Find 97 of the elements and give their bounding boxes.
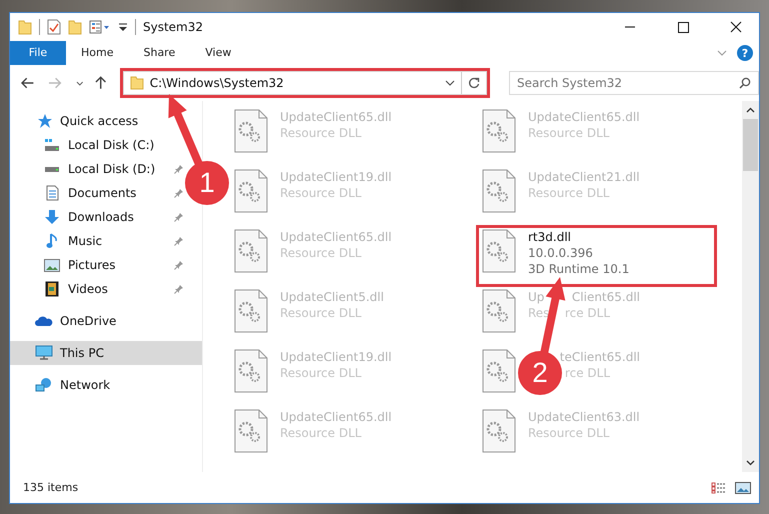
ribbon-tab[interactable]: Share [128, 41, 190, 65]
dll-file-icon [234, 349, 268, 393]
document-icon [46, 185, 58, 201]
file-name: Client65.dll [572, 289, 640, 305]
dll-file-icon [234, 409, 268, 453]
folder-icon [130, 76, 144, 90]
pin-icon[interactable] [174, 260, 184, 270]
dll-file-icon [482, 289, 516, 333]
pin-icon[interactable] [174, 236, 184, 246]
scroll-up-icon[interactable] [746, 107, 755, 113]
dll-file-icon [482, 169, 516, 213]
file-detail: Resource DLL [280, 425, 362, 441]
pin-icon[interactable] [174, 164, 184, 174]
dll-file-icon [482, 349, 516, 393]
dropdown-caret-icon[interactable] [445, 80, 455, 86]
checklist-icon[interactable] [47, 19, 61, 35]
ribbon-tab[interactable]: Home [66, 41, 128, 65]
address-field[interactable]: C:\Windows\System32 [122, 71, 487, 95]
drive-icon [44, 165, 60, 173]
music-note-icon [46, 233, 58, 249]
scrollbar[interactable] [742, 101, 759, 472]
expand-ribbon-icon[interactable] [717, 50, 727, 56]
dll-file-icon [482, 109, 516, 153]
dll-file-icon [482, 409, 516, 453]
sidebar-item[interactable]: This PC [10, 341, 202, 365]
film-icon [45, 281, 59, 297]
file-name: UpdateClient19.dll [280, 169, 392, 185]
file-detail: Res [528, 305, 550, 321]
file-item[interactable]: rt3d.dll 10.0.0.396 3D Runtime 10.1 [478, 227, 715, 285]
sidebar-item[interactable]: OneDrive [10, 309, 124, 333]
file-detail: Resource DLL [528, 125, 610, 141]
item-count: 135 items [23, 481, 78, 494]
file-name: UpdateClient5.dll [280, 289, 384, 305]
file-detail: Resource DLL [528, 185, 610, 201]
sidebar-item[interactable]: Documents [10, 181, 144, 205]
file-detail: 10.0.0.396 [528, 245, 593, 261]
file-name: teClient65.dll [560, 349, 640, 365]
file-name: UpdateClient65.dll [280, 109, 392, 125]
file-detail: Resource DLL [280, 185, 362, 201]
file-detail: rce DLL [564, 305, 610, 321]
file-name: UpdateClient21.dll [528, 169, 640, 185]
file-tab[interactable]: File [10, 41, 66, 65]
sidebar-item[interactable]: Downloads [10, 205, 142, 229]
up-icon[interactable] [95, 76, 107, 90]
pin-icon[interactable] [174, 188, 184, 198]
window-title: System32 [143, 20, 204, 34]
large-icons-view-icon[interactable] [735, 482, 751, 494]
scroll-thumb[interactable] [743, 119, 758, 171]
sidebar-item[interactable]: Local Disk (C:) [10, 133, 162, 157]
back-icon[interactable] [21, 77, 34, 89]
scroll-down-icon[interactable] [746, 460, 755, 466]
properties-icon[interactable] [89, 20, 111, 34]
sidebar-item[interactable]: Pictures [10, 253, 124, 277]
file-name: UpdateClient19.dll [280, 349, 392, 365]
file-detail: 3D Runtime 10.1 [528, 261, 630, 277]
drive-icon [44, 138, 60, 152]
dll-file-icon [234, 229, 268, 273]
refresh-icon[interactable] [468, 77, 480, 89]
details-view-icon[interactable] [711, 482, 727, 494]
file-name: UpdateClient63.dll [528, 409, 640, 425]
file-detail: Resource DLL [280, 365, 362, 381]
file-detail: Resource DLL [280, 125, 362, 141]
help-button[interactable]: ? [737, 45, 753, 61]
ribbon-tab[interactable]: View [190, 41, 246, 65]
dll-file-icon [234, 109, 268, 153]
sidebar-item[interactable]: Music [10, 229, 110, 253]
search-icon [739, 77, 751, 89]
sidebar-item[interactable]: Local Disk (D:) [10, 157, 164, 181]
file-name: Up [528, 289, 544, 305]
pin-icon[interactable] [174, 212, 184, 222]
file-detail: Resource DLL [528, 425, 610, 441]
dll-file-icon [234, 169, 268, 213]
cloud-icon [35, 315, 53, 327]
sidebar-item[interactable]: Videos [10, 277, 116, 301]
pin-icon[interactable] [174, 284, 184, 294]
file-name: UpdateClient65.dll [280, 409, 392, 425]
address-path: C:\Windows\System32 [150, 76, 284, 90]
file-detail: rce DLL [564, 365, 610, 381]
dll-file-icon [234, 289, 268, 333]
picture-icon [44, 258, 60, 272]
recent-caret-icon[interactable] [76, 80, 84, 86]
customize-caret-icon[interactable] [118, 21, 128, 33]
download-icon [44, 209, 60, 225]
dll-file-icon [482, 229, 516, 273]
file-detail: Resource DLL [280, 305, 362, 321]
file-name: rt3d.dll [528, 229, 571, 245]
file-detail: Resource DLL [280, 245, 362, 261]
search-field[interactable]: Search System32 [509, 71, 759, 95]
file-name: UpdateClient65.dll [528, 109, 640, 125]
sidebar-item[interactable]: Quick access [10, 109, 146, 133]
network-icon [35, 377, 53, 393]
sidebar-item[interactable]: Network [10, 373, 118, 397]
monitor-icon [35, 345, 53, 361]
folder-icon[interactable] [18, 19, 32, 35]
folder-icon[interactable] [68, 19, 82, 35]
file-name: UpdateClient65.dll [280, 229, 392, 245]
star-icon [36, 113, 52, 129]
